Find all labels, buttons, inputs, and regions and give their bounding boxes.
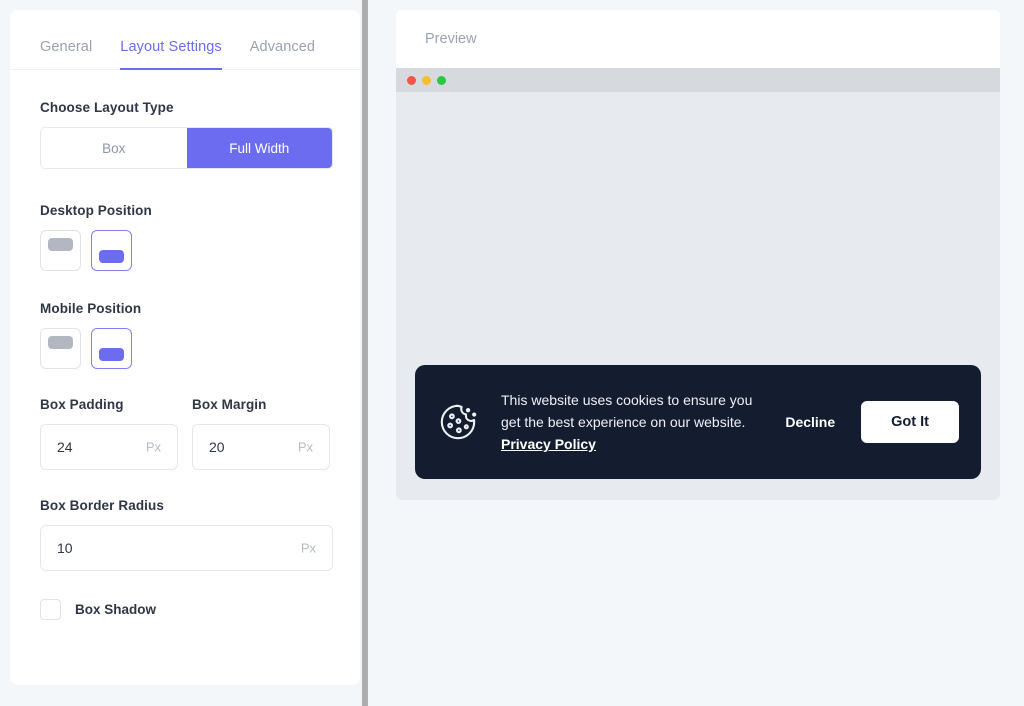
box-padding-label: Box Padding bbox=[40, 397, 124, 412]
tab-layout-settings-label: Layout Settings bbox=[120, 39, 222, 55]
mobile-position-label: Mobile Position bbox=[40, 301, 142, 316]
window-minimize-dot-icon bbox=[422, 75, 431, 85]
layout-type-segmented-control: Box Full Width bbox=[40, 127, 333, 169]
layout-type-full-width-button[interactable]: Full Width bbox=[186, 128, 332, 168]
box-border-radius-input[interactable]: 10 Px bbox=[40, 525, 333, 571]
decline-button[interactable]: Decline bbox=[781, 414, 839, 430]
mobile-position-top-option[interactable] bbox=[40, 328, 81, 369]
settings-tabs: General Layout Settings Advanced bbox=[10, 10, 360, 70]
mobile-position-options bbox=[40, 328, 330, 369]
layout-type-box-button[interactable]: Box bbox=[41, 128, 187, 168]
preview-panel: Preview This website uses cookies to ens… bbox=[396, 10, 1000, 500]
box-margin-group: Box Margin 20 Px bbox=[192, 397, 330, 470]
box-border-radius-value: 10 bbox=[57, 540, 73, 556]
spacing-fields-row: Box Padding 24 Px Box Margin 20 Px bbox=[40, 397, 330, 470]
preview-viewport: This website uses cookies to ensure you … bbox=[396, 92, 1000, 500]
tab-general-label: General bbox=[40, 39, 93, 55]
position-top-icon bbox=[48, 238, 73, 251]
position-top-icon bbox=[48, 336, 73, 349]
privacy-policy-link[interactable]: Privacy Policy bbox=[501, 433, 596, 455]
window-maximize-dot-icon bbox=[437, 75, 446, 85]
box-margin-unit: Px bbox=[297, 439, 313, 455]
desktop-position-label: Desktop Position bbox=[40, 203, 152, 218]
box-shadow-checkbox[interactable] bbox=[40, 599, 61, 620]
box-padding-input[interactable]: 24 Px bbox=[40, 424, 178, 470]
position-bottom-icon bbox=[99, 250, 124, 263]
box-border-radius-unit: Px bbox=[300, 540, 316, 556]
cookie-message: This website uses cookies to ensure you … bbox=[501, 389, 759, 455]
app-root: General Layout Settings Advanced Choose … bbox=[0, 0, 1024, 706]
tab-general[interactable]: General bbox=[40, 39, 92, 69]
cookie-consent-banner: This website uses cookies to ensure you … bbox=[415, 365, 981, 479]
box-shadow-row: Box Shadow bbox=[40, 599, 330, 620]
settings-panel: General Layout Settings Advanced Choose … bbox=[10, 10, 360, 685]
position-bottom-icon bbox=[99, 348, 124, 361]
box-padding-unit: Px bbox=[145, 439, 161, 455]
cookie-icon bbox=[437, 401, 479, 443]
box-padding-value: 24 bbox=[57, 439, 73, 455]
panel-scrollbar[interactable] bbox=[362, 0, 368, 706]
settings-body: Choose Layout Type Box Full Width Deskto… bbox=[10, 70, 360, 620]
window-close-dot-icon bbox=[407, 75, 416, 85]
desktop-position-options bbox=[40, 230, 330, 271]
tab-layout-settings[interactable]: Layout Settings bbox=[120, 39, 223, 70]
tab-advanced[interactable]: Advanced bbox=[250, 39, 315, 69]
browser-window-bar bbox=[396, 68, 1000, 92]
tab-advanced-label: Advanced bbox=[249, 39, 316, 55]
cookie-message-line-1: This website uses cookies to ensure you bbox=[501, 392, 753, 408]
box-border-radius-label: Box Border Radius bbox=[40, 498, 164, 513]
got-it-button[interactable]: Got It bbox=[861, 401, 959, 443]
layout-type-label: Choose Layout Type bbox=[40, 100, 174, 115]
box-shadow-label: Box Shadow bbox=[75, 602, 157, 617]
box-margin-label: Box Margin bbox=[192, 397, 267, 412]
box-margin-input[interactable]: 20 Px bbox=[192, 424, 330, 470]
preview-title: Preview bbox=[425, 31, 477, 47]
desktop-position-top-option[interactable] bbox=[40, 230, 81, 271]
cookie-message-line-2: get the best experience on our website. bbox=[501, 414, 746, 430]
box-padding-group: Box Padding 24 Px bbox=[40, 397, 178, 470]
mobile-position-bottom-option[interactable] bbox=[91, 328, 132, 369]
box-margin-value: 20 bbox=[209, 439, 225, 455]
desktop-position-bottom-option[interactable] bbox=[91, 230, 132, 271]
